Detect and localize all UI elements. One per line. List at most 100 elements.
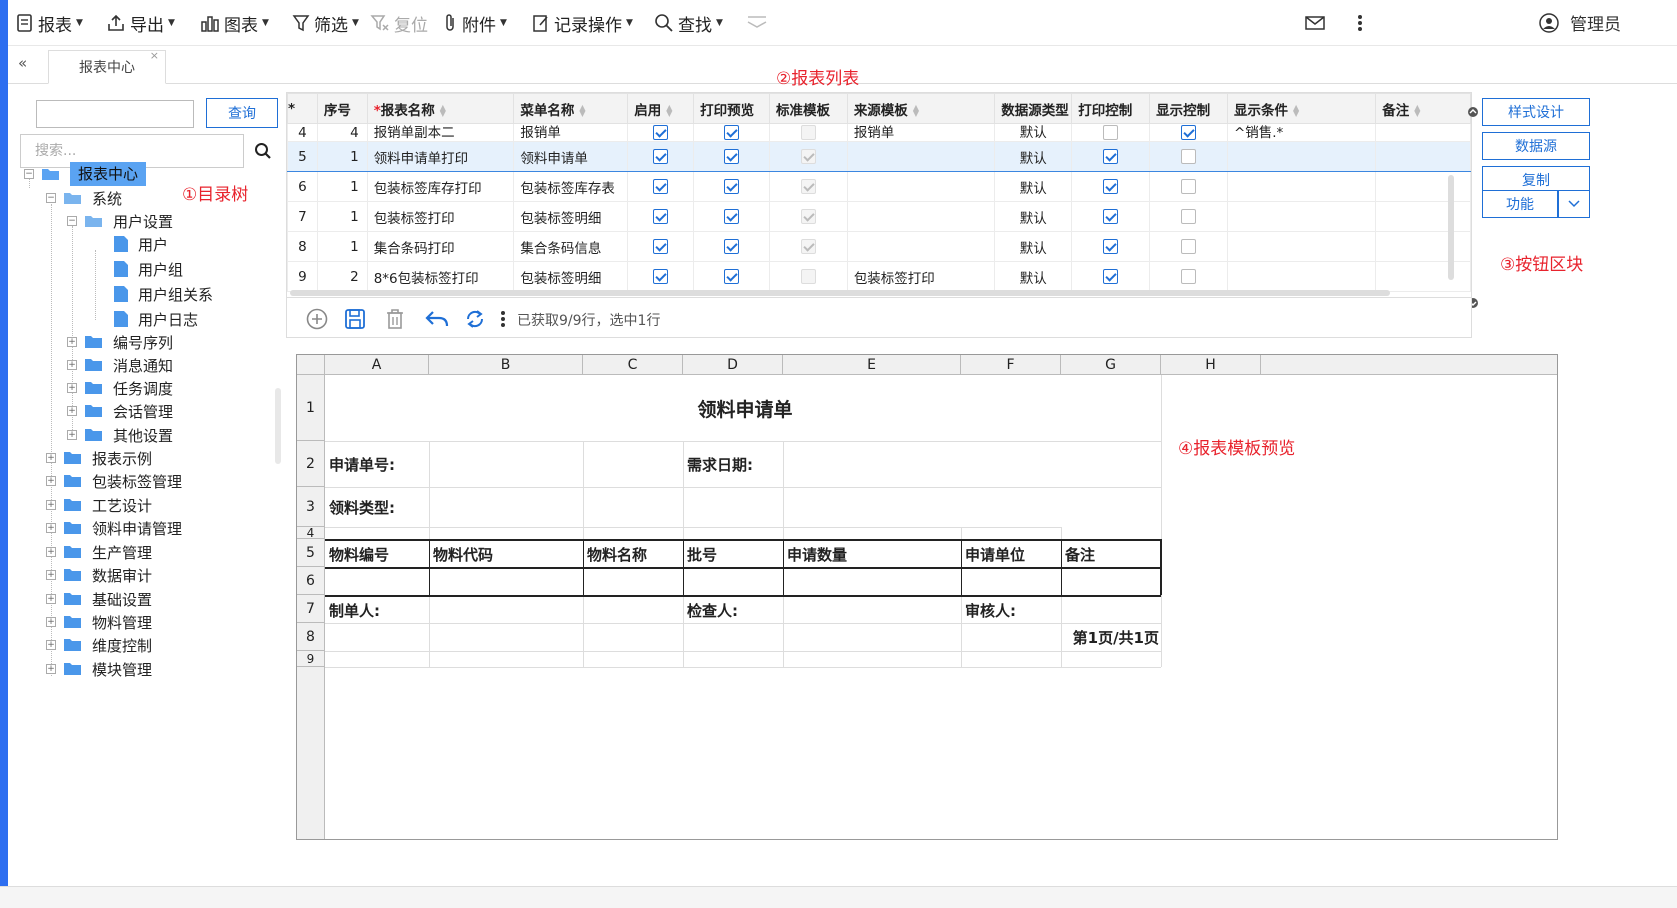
- cell-report-name[interactable]: 包装标签库存打印: [366, 171, 515, 202]
- sort-icon[interactable]: ▲ ▼: [1293, 103, 1299, 117]
- expand-icon[interactable]: +: [46, 640, 56, 650]
- enabled-checkbox[interactable]: [653, 239, 669, 254]
- panel-splitter[interactable]: [275, 388, 281, 464]
- cell-report-name[interactable]: 8*6包装标签打印: [366, 261, 515, 292]
- enabled-checkbox[interactable]: [653, 125, 669, 140]
- cell-report-name[interactable]: 包装标签打印: [366, 201, 515, 232]
- col-header-report-name[interactable]: *报表名称 ▲ ▼: [366, 93, 515, 124]
- standard-template-checkbox[interactable]: [800, 125, 816, 140]
- expand-icon[interactable]: +: [46, 664, 56, 674]
- cell-menu-name[interactable]: 包装标签库存表: [513, 171, 629, 202]
- print-preview-checkbox[interactable]: [724, 179, 740, 194]
- tree-node-basic-settings[interactable]: + 基础设置: [46, 588, 152, 610]
- tree-node-material-management[interactable]: + 物料管理: [46, 611, 152, 633]
- print-preview-checkbox[interactable]: [724, 149, 740, 164]
- save-button[interactable]: [343, 307, 367, 331]
- report-menu[interactable]: 报表 ▼: [16, 10, 83, 36]
- display-control-checkbox[interactable]: [1181, 209, 1197, 224]
- sort-icon[interactable]: ▲ ▼: [440, 103, 446, 117]
- expand-icon[interactable]: +: [67, 337, 77, 347]
- table-row[interactable]: 5 1 领料申请单打印 领料申请单 默认: [287, 141, 1471, 172]
- row-index[interactable]: 4: [287, 123, 318, 142]
- collapse-icon[interactable]: −: [46, 193, 56, 203]
- standard-template-checkbox[interactable]: [800, 149, 816, 164]
- col-header-datasource-type[interactable]: 数据源类型: [994, 93, 1073, 124]
- expand-icon[interactable]: +: [46, 617, 56, 627]
- cell-menu-name[interactable]: 领料申请单: [513, 141, 629, 172]
- display-control-checkbox[interactable]: [1181, 269, 1197, 284]
- expand-icon[interactable]: +: [46, 476, 56, 486]
- cell-source-template[interactable]: [846, 171, 996, 202]
- table-row[interactable]: 6 1 包装标签库存打印 包装标签库存表 默认: [287, 171, 1471, 202]
- collapse-sidebar-button[interactable]: «: [18, 54, 46, 78]
- print-preview-checkbox[interactable]: [724, 209, 740, 224]
- print-control-checkbox[interactable]: [1103, 125, 1119, 140]
- query-input[interactable]: [36, 100, 194, 128]
- function-button[interactable]: 功能: [1482, 190, 1558, 218]
- expand-icon[interactable]: +: [46, 594, 56, 604]
- print-control-checkbox[interactable]: [1103, 179, 1119, 194]
- query-button[interactable]: 查询: [206, 98, 278, 128]
- cell-display-condition[interactable]: [1226, 141, 1377, 172]
- reset-button[interactable]: 复位: [370, 10, 428, 36]
- expand-icon[interactable]: +: [46, 570, 56, 580]
- function-dropdown-button[interactable]: [1558, 190, 1590, 218]
- col-header-print-control[interactable]: 打印控制: [1071, 93, 1151, 124]
- delete-button[interactable]: [383, 307, 407, 331]
- cell-remark[interactable]: [1375, 171, 1471, 202]
- print-control-checkbox[interactable]: [1103, 209, 1119, 224]
- cell-datasource-type[interactable]: 默认: [994, 141, 1073, 172]
- cell-seq[interactable]: 4: [316, 123, 368, 142]
- sort-icon[interactable]: ▲ ▼: [1414, 103, 1420, 117]
- tree-node-user-group-relation[interactable]: 用户组关系: [114, 283, 213, 305]
- tree-node-module-management[interactable]: + 模块管理: [46, 658, 152, 680]
- cell-source-template[interactable]: [846, 201, 996, 232]
- tree-node-session-management[interactable]: + 会话管理: [67, 400, 173, 422]
- col-header-display-condition[interactable]: 显示条件 ▲ ▼: [1226, 93, 1377, 124]
- cell-display-condition[interactable]: [1226, 231, 1377, 262]
- record-ops-menu[interactable]: 记录操作 ▼: [532, 10, 633, 36]
- tree-node-user-group[interactable]: 用户组: [114, 258, 183, 280]
- tree-node-serial-number[interactable]: + 编号序列: [67, 331, 173, 353]
- datasource-button[interactable]: 数据源: [1482, 132, 1590, 160]
- cell-datasource-type[interactable]: 默认: [994, 171, 1073, 202]
- tree-node-other-settings[interactable]: + 其他设置: [67, 424, 173, 446]
- cell-datasource-type[interactable]: 默认: [994, 231, 1073, 262]
- tree-node-process-design[interactable]: + 工艺设计: [46, 494, 152, 516]
- chart-menu[interactable]: 图表 ▼: [200, 10, 269, 36]
- expand-icon[interactable]: +: [67, 360, 77, 370]
- cell-datasource-type[interactable]: 默认: [994, 261, 1073, 292]
- col-header-remark[interactable]: 备注 ▲ ▼: [1375, 93, 1471, 124]
- enabled-checkbox[interactable]: [653, 179, 669, 194]
- vertical-scrollbar[interactable]: [1448, 175, 1454, 280]
- horizontal-scrollbar[interactable]: [290, 290, 1390, 296]
- cell-menu-name[interactable]: 包装标签明细: [513, 201, 629, 232]
- undo-button[interactable]: [425, 307, 449, 331]
- print-preview-checkbox[interactable]: [724, 239, 740, 254]
- cell-remark[interactable]: [1375, 123, 1471, 142]
- display-control-checkbox[interactable]: [1181, 179, 1197, 194]
- tree-node-material-request[interactable]: + 领料申请管理: [46, 517, 182, 539]
- expand-icon[interactable]: +: [46, 547, 56, 557]
- col-header-menu-name[interactable]: 菜单名称 ▲ ▼: [513, 93, 629, 124]
- table-row[interactable]: 7 1 包装标签打印 包装标签明细 默认: [287, 201, 1471, 232]
- col-header-seq[interactable]: 序号: [316, 93, 368, 124]
- col-header-enabled[interactable]: 启用 ▲ ▼: [627, 93, 695, 124]
- cell-seq[interactable]: 1: [316, 171, 368, 202]
- scroll-up-icon[interactable]: [1467, 106, 1479, 118]
- tree-node-data-audit[interactable]: + 数据审计: [46, 564, 152, 586]
- cell-display-condition[interactable]: [1226, 201, 1377, 232]
- tab-report-center[interactable]: 报表中心 ×: [48, 49, 166, 84]
- tree-node-system[interactable]: − 系统: [46, 187, 122, 209]
- print-preview-checkbox[interactable]: [724, 125, 740, 140]
- tree-node-task-scheduling[interactable]: + 任务调度: [67, 377, 173, 399]
- standard-template-checkbox[interactable]: [800, 179, 816, 194]
- cell-menu-name[interactable]: 报销单: [513, 123, 629, 142]
- expand-icon[interactable]: +: [67, 430, 77, 440]
- row-index[interactable]: 6: [287, 171, 318, 202]
- row-index[interactable]: 7: [287, 201, 318, 232]
- sort-icon[interactable]: ▲ ▼: [913, 103, 919, 117]
- expand-icon[interactable]: +: [46, 453, 56, 463]
- enabled-checkbox[interactable]: [653, 269, 669, 284]
- print-control-checkbox[interactable]: [1103, 239, 1119, 254]
